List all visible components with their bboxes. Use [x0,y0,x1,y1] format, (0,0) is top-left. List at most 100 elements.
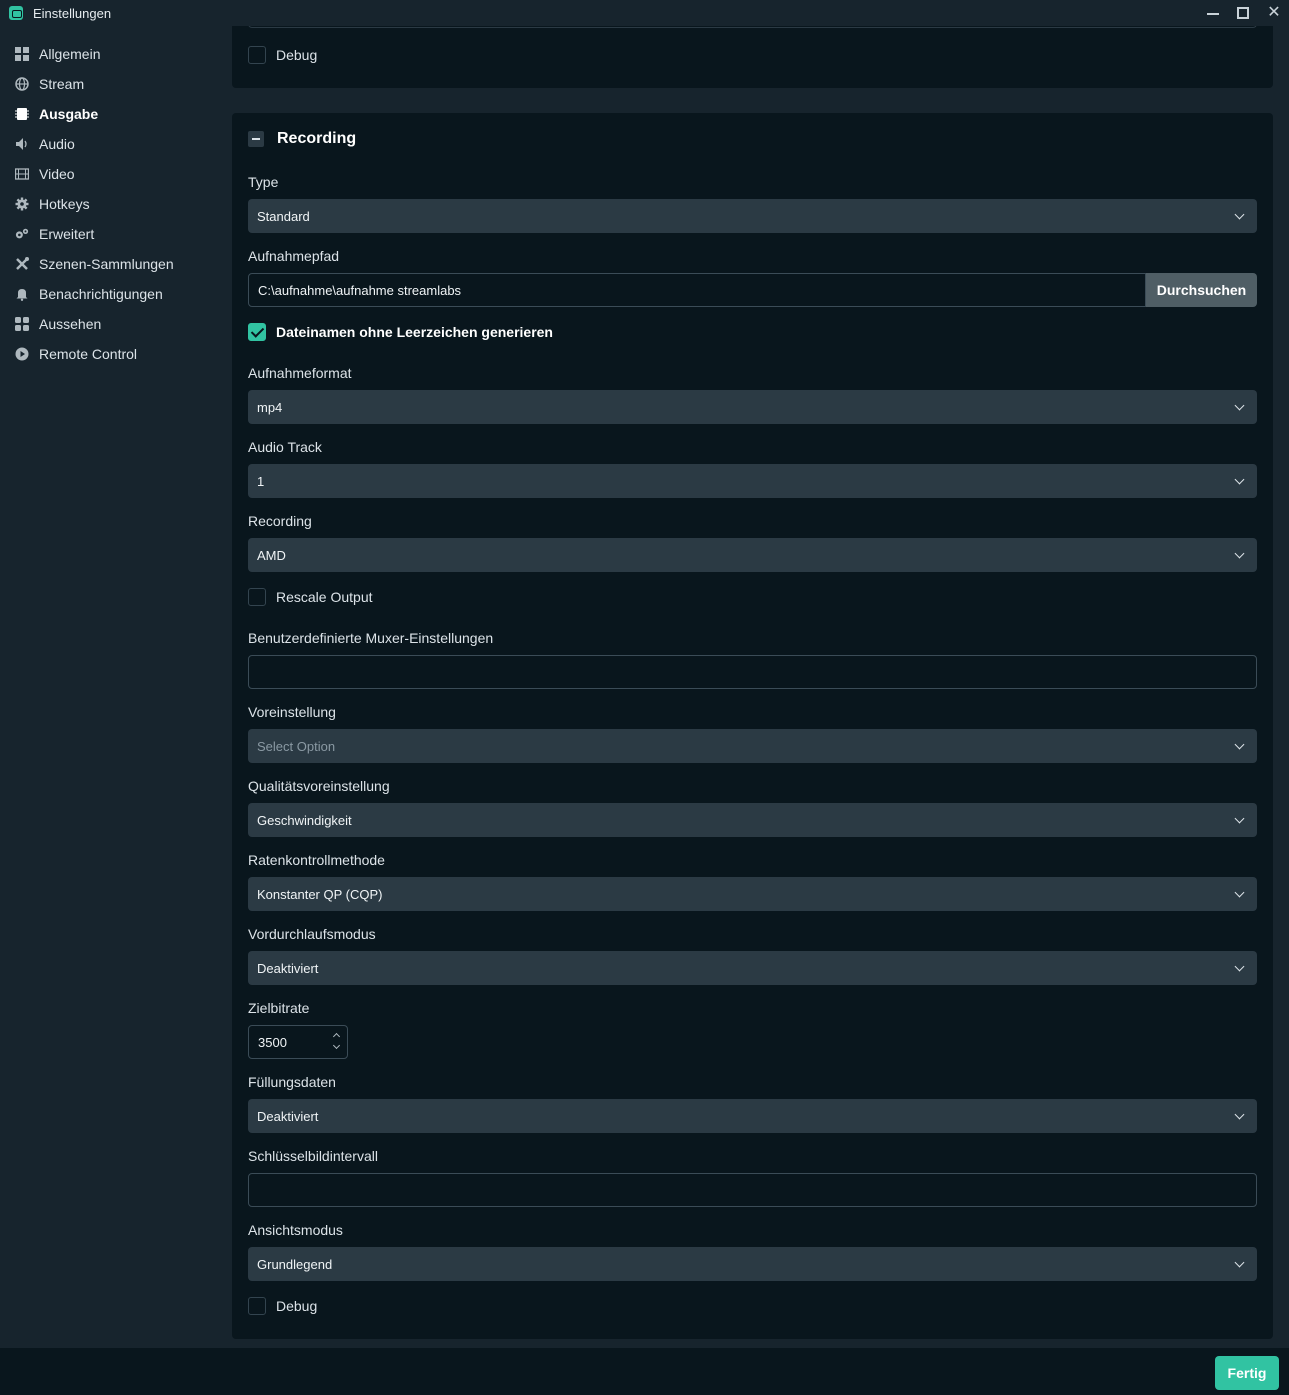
type-select-value: Standard [257,208,310,224]
format-select[interactable]: mp4 [248,390,1257,424]
chevron-up-icon[interactable] [332,1032,341,1041]
sidebar-item-label: Hotkeys [39,196,90,212]
filler-data-select[interactable]: Deaktiviert [248,1099,1257,1133]
chevron-down-icon [1234,887,1245,898]
chevron-down-icon [1234,548,1245,559]
maximize-icon[interactable] [1237,7,1249,19]
rate-control-select-value: Konstanter QP (CQP) [257,886,383,902]
no-spaces-checkbox[interactable]: Dateinamen ohne Leerzeichen generieren [248,323,553,341]
preset-label: Voreinstellung [248,704,336,720]
sidebar-item-remote-control[interactable]: Remote Control [0,339,232,369]
target-bitrate-stepper[interactable]: 3500 [248,1025,348,1059]
window-controls: ✕ [1207,0,1281,26]
sidebar-item-hotkeys[interactable]: Hotkeys [0,189,232,219]
scrolled-field-edge [248,26,1257,28]
filler-data-select-value: Deaktiviert [257,1108,319,1124]
footer-bar: Fertig [0,1348,1289,1395]
debug-checkbox-box[interactable] [248,1297,266,1315]
rescale-checkbox-box[interactable] [248,588,266,606]
recording-path-value: C:\aufnahme\aufnahme streamlabs [258,282,462,298]
encoder-label: Recording [248,513,312,529]
quality-preset-select-value: Geschwindigkeit [257,812,352,828]
grid-icon [15,47,29,61]
chevron-down-icon [1234,1109,1245,1120]
prepass-label: Vordurchlaufsmodus [248,926,376,942]
type-select[interactable]: Standard [248,199,1257,233]
chevron-down-icon [1234,209,1245,220]
browse-button[interactable]: Durchsuchen [1146,273,1257,307]
chevron-down-icon [1234,1257,1245,1268]
muxer-settings-input[interactable] [248,655,1257,689]
sidebar-item-label: Szenen-Sammlungen [39,256,174,272]
filler-data-label: Füllungsdaten [248,1074,336,1090]
play-circle-icon [15,347,29,361]
sidebar-item-label: Audio [39,136,75,152]
sidebar-item-label: Remote Control [39,346,138,362]
chevron-down-icon [1234,739,1245,750]
sidebar-item-stream[interactable]: Stream [0,69,232,99]
sidebar-item-ausgabe[interactable]: Ausgabe [0,99,232,129]
globe-icon [15,77,29,91]
audio-track-select-value: 1 [257,473,265,489]
keyframe-interval-input[interactable] [248,1173,1257,1207]
collapse-icon[interactable] [248,131,264,147]
done-button[interactable]: Fertig [1215,1356,1279,1390]
section-title: Recording [277,130,357,147]
sidebar-item-allgemein[interactable]: Allgemein [0,39,232,69]
recording-path-input[interactable]: C:\aufnahme\aufnahme streamlabs [248,273,1146,307]
sidebar-item-szenen-sammlungen[interactable]: Szenen-Sammlungen [0,249,232,279]
target-bitrate-label: Zielbitrate [248,1000,310,1016]
quality-preset-select[interactable]: Geschwindigkeit [248,803,1257,837]
chip-icon [15,107,29,121]
sidebar-item-erweitert[interactable]: Erweitert [0,219,232,249]
sidebar-item-benachrichtigungen[interactable]: Benachrichtigungen [0,279,232,309]
muxer-label: Benutzerdefinierte Muxer-Einstellungen [248,630,494,646]
sidebar-item-label: Ausgabe [39,106,99,122]
settings-sidebar: Allgemein Stream Ausgabe Audio Video Hot… [0,26,232,1348]
rate-control-label: Ratenkontrollmethode [248,852,385,868]
chevron-down-icon [1234,474,1245,485]
recording-settings-card: Recording Type Standard Aufnahmepfad C:\… [232,113,1273,1339]
minimize-icon[interactable] [1207,13,1219,15]
chevron-down-icon [1234,813,1245,824]
audio-track-select[interactable]: 1 [248,464,1257,498]
streaming-debug-checkbox[interactable]: Debug [248,46,317,64]
type-label: Type [248,174,279,190]
settings-content: Debug Recording Type Standard Aufnahmepf… [232,26,1289,1348]
stepper-arrows[interactable] [332,1031,341,1053]
chevron-down-icon [1234,961,1245,972]
encoder-select-value: AMD [257,547,286,563]
sidebar-item-video[interactable]: Video [0,159,232,189]
close-icon[interactable]: ✕ [1267,5,1281,21]
no-spaces-checkbox-box[interactable] [248,323,266,341]
recording-debug-checkbox[interactable]: Debug [248,1297,317,1315]
target-bitrate-value: 3500 [258,1034,287,1050]
prepass-select-value: Deaktiviert [257,960,319,976]
sidebar-item-label: Erweitert [39,226,95,242]
blocks-icon [15,317,29,331]
bell-icon [15,287,29,301]
encoder-select[interactable]: AMD [248,538,1257,572]
no-spaces-label: Dateinamen ohne Leerzeichen generieren [276,324,553,340]
path-label: Aufnahmepfad [248,248,340,264]
sidebar-item-aussehen[interactable]: Aussehen [0,309,232,339]
window-title: Einstellungen [33,5,112,21]
view-mode-select[interactable]: Grundlegend [248,1247,1257,1281]
keyframe-interval-label: Schlüsselbildintervall [248,1148,378,1164]
sidebar-item-audio[interactable]: Audio [0,129,232,159]
sidebar-item-label: Allgemein [39,46,101,62]
sidebar-item-label: Benachrichtigungen [39,286,163,302]
rate-control-select[interactable]: Konstanter QP (CQP) [248,877,1257,911]
chevron-down-icon [1234,400,1245,411]
chevron-down-icon[interactable] [332,1041,341,1050]
debug-checkbox-box[interactable] [248,46,266,64]
quality-preset-label: Qualitätsvoreinstellung [248,778,390,794]
prepass-select[interactable]: Deaktiviert [248,951,1257,985]
tools-icon [15,257,29,271]
rescale-checkbox[interactable]: Rescale Output [248,588,373,606]
gears-icon [15,227,29,241]
streaming-settings-card: Debug [232,26,1273,88]
sidebar-item-label: Stream [39,76,85,92]
audio-track-label: Audio Track [248,439,322,455]
preset-select[interactable]: Select Option [248,729,1257,763]
